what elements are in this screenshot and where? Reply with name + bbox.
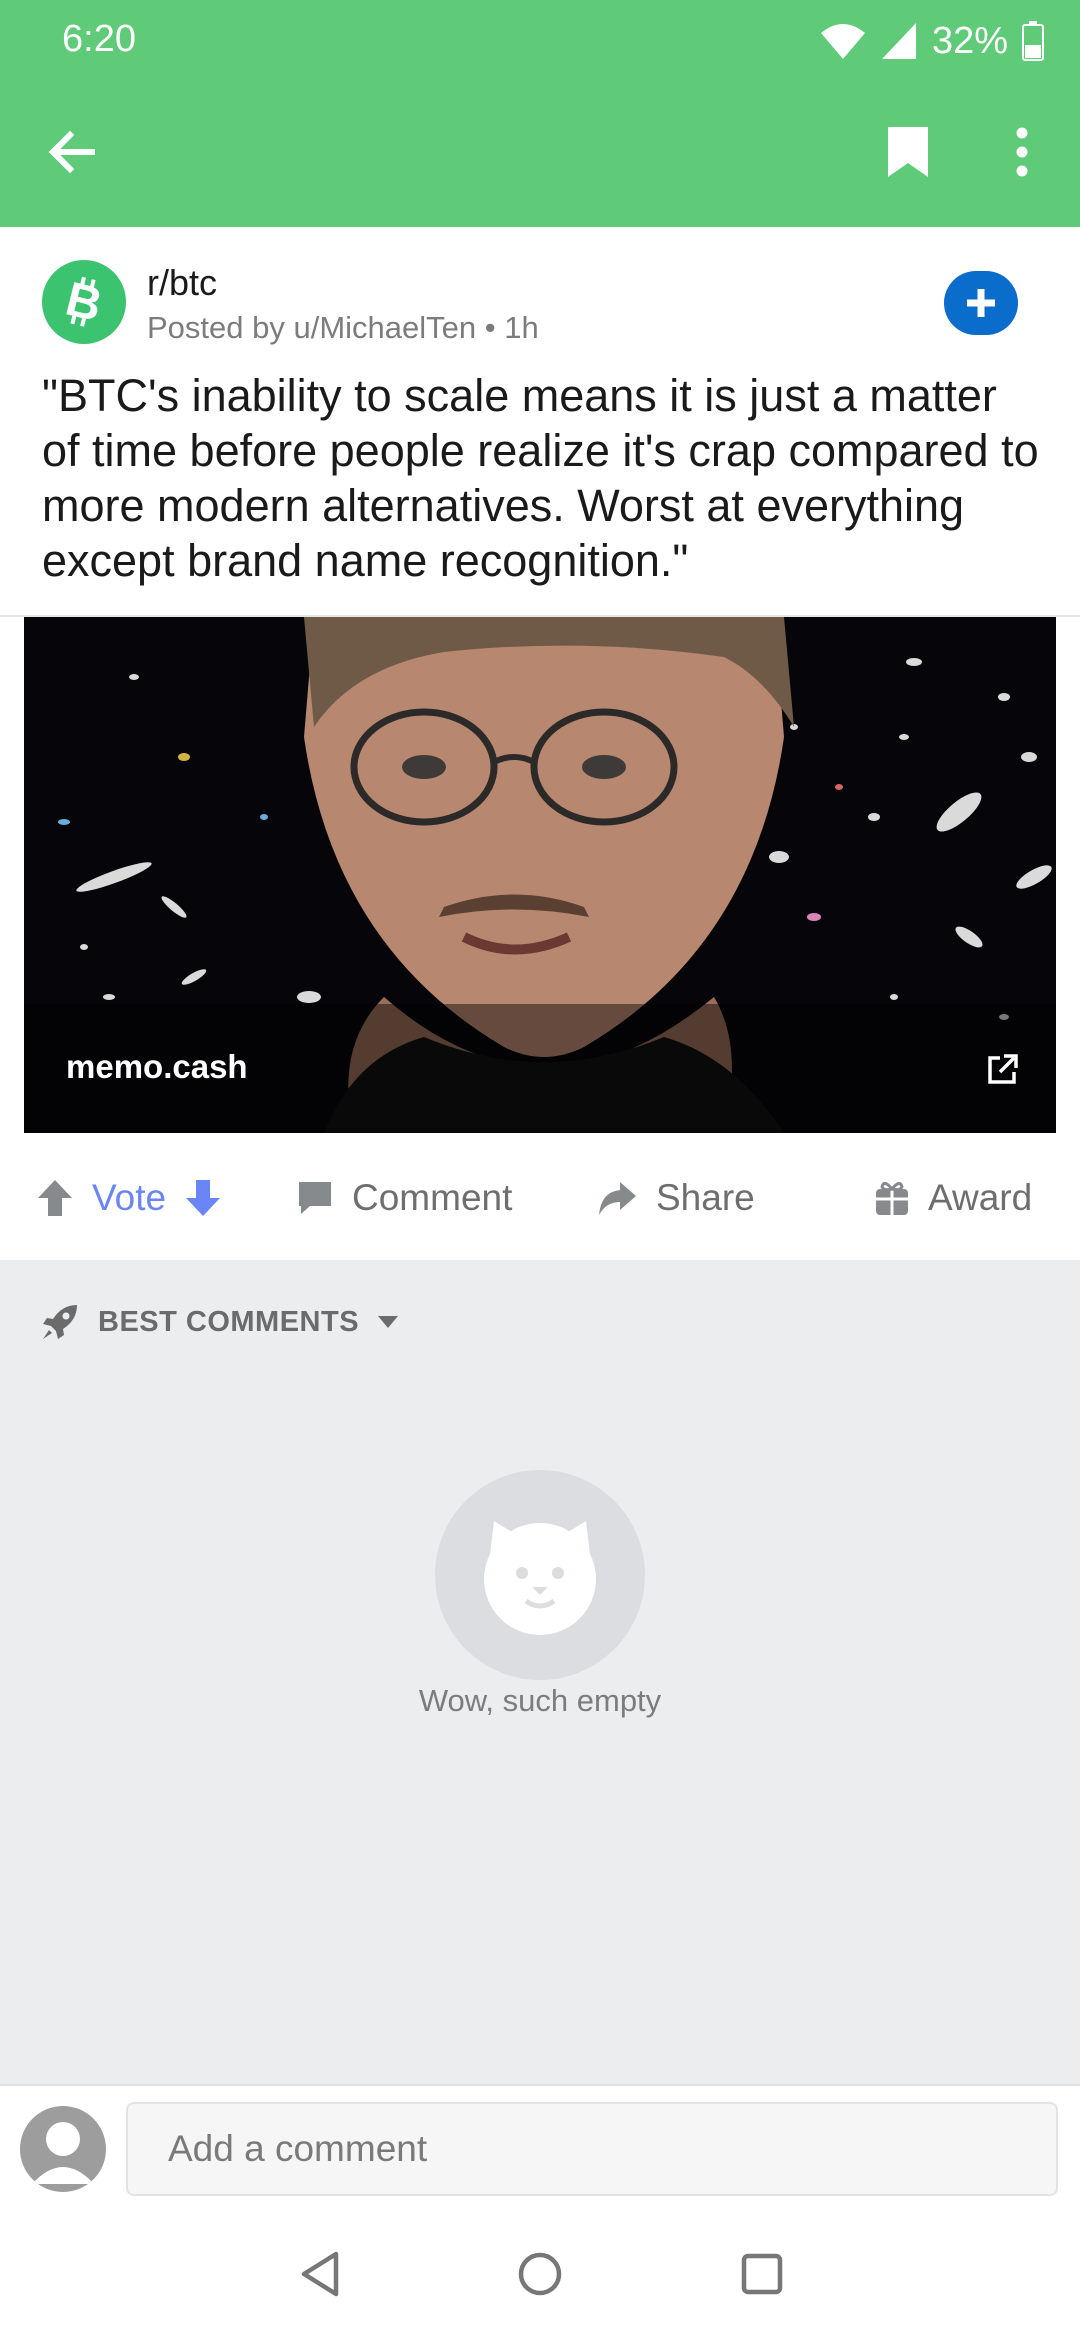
- share-icon: [599, 1182, 636, 1215]
- award-label: Award: [928, 1177, 1033, 1218]
- cat-face-icon: [484, 1521, 596, 1635]
- comment-label: Comment: [352, 1177, 513, 1218]
- gift-icon: [876, 1182, 908, 1215]
- empty-state-illustration: [435, 1470, 645, 1680]
- status-time: 6:20: [62, 18, 136, 60]
- bookmark-button[interactable]: [876, 120, 940, 184]
- empty-state-text: Wow, such empty: [418, 1683, 662, 1718]
- nav-home-button[interactable]: [512, 2246, 568, 2302]
- plus-icon: [967, 289, 995, 317]
- sort-label: BEST COMMENTS: [98, 1305, 360, 1338]
- comment-sort-dropdown[interactable]: BEST COMMENTS: [40, 1302, 399, 1342]
- link-domain[interactable]: memo.cash: [66, 1048, 248, 1086]
- status-icons: 32%: [820, 18, 1044, 64]
- downvote-icon[interactable]: [184, 1178, 222, 1218]
- vote-label: Vote: [92, 1177, 167, 1218]
- nav-recents-button[interactable]: [734, 2246, 790, 2302]
- rocket-icon: [43, 1305, 77, 1339]
- award-button[interactable]: Award: [874, 1168, 1032, 1228]
- add-comment-input[interactable]: [126, 2102, 1058, 2196]
- more-options-button[interactable]: [990, 120, 1054, 184]
- subreddit-name[interactable]: r/btc: [147, 262, 217, 304]
- wifi-icon: [820, 24, 865, 59]
- chevron-down-icon: [378, 1316, 399, 1328]
- vote-group: Vote: [36, 1168, 222, 1228]
- nav-back-button[interactable]: [292, 2246, 348, 2302]
- bitcoin-icon: B: [61, 274, 107, 330]
- signal-icon: [881, 23, 916, 59]
- share-button[interactable]: Share: [596, 1168, 755, 1228]
- post-meta[interactable]: Posted by u/MichaelTen • 1h: [147, 310, 539, 346]
- person-icon: [32, 2122, 94, 2184]
- battery-icon: [1022, 21, 1044, 61]
- comment-icon: [299, 1182, 331, 1214]
- post-title[interactable]: "BTC's inability to scale means it is ju…: [42, 368, 1042, 588]
- back-button[interactable]: [40, 120, 104, 184]
- user-avatar[interactable]: [20, 2106, 106, 2192]
- subreddit-avatar[interactable]: B: [42, 260, 126, 344]
- join-button[interactable]: [944, 271, 1018, 335]
- battery-percent: 32%: [931, 19, 1008, 62]
- more-vert-icon: [1016, 127, 1028, 177]
- comment-button[interactable]: Comment: [296, 1168, 512, 1228]
- circle-home-icon: [518, 2252, 562, 2296]
- triangle-back-icon: [301, 2251, 339, 2297]
- arrow-left-icon: [48, 130, 95, 174]
- bookmark-icon: [888, 127, 928, 177]
- share-label: Share: [656, 1177, 755, 1218]
- upvote-icon[interactable]: [36, 1178, 74, 1218]
- external-link-icon[interactable]: [984, 1052, 1020, 1088]
- square-recents-icon: [741, 2253, 783, 2295]
